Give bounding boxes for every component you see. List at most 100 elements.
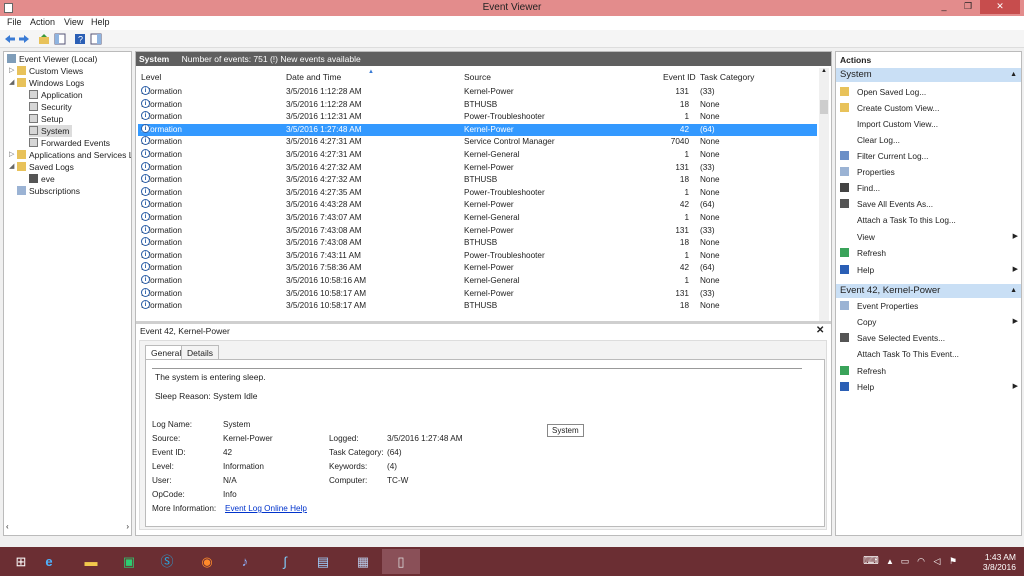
scroll-right-icon[interactable]: › — [126, 522, 129, 531]
action-create-custom-view[interactable]: Create Custom View... — [840, 102, 1018, 114]
microphone-icon[interactable]: ♪ — [226, 549, 264, 574]
menu-help[interactable]: Help — [91, 17, 110, 27]
col-source[interactable]: Source — [464, 72, 491, 82]
action-save-all-events-as[interactable]: Save All Events As... — [840, 198, 1018, 210]
table-row[interactable]: i Information 3/5/2016 1:12:31 AM Power-Tro… — [138, 111, 817, 124]
event-action-save-selected-events[interactable]: Save Selected Events... — [840, 332, 1018, 344]
col-event-id[interactable]: Event ID — [663, 72, 696, 82]
tree-subscriptions[interactable]: Subscriptions — [17, 185, 80, 197]
menu-file[interactable]: File — [7, 17, 22, 27]
collapse-icon[interactable]: ▲ — [1010, 68, 1017, 82]
scroll-left-icon[interactable]: ‹ — [6, 522, 9, 531]
actions-section-system[interactable]: System ▲ — [836, 68, 1021, 82]
scroll-thumb[interactable] — [820, 100, 828, 114]
action-clear-log[interactable]: Clear Log... — [840, 134, 1018, 146]
detail-close-icon[interactable]: ✕ — [816, 325, 824, 336]
scroll-up-icon[interactable]: ▲ — [821, 68, 827, 74]
collapse-arrow-icon[interactable]: ◢ — [9, 162, 15, 170]
expand-arrow-icon[interactable]: ▷ — [9, 150, 15, 158]
tree-forwarded-events[interactable]: Forwarded Events — [29, 137, 110, 149]
expand-arrow-icon[interactable]: ▷ — [9, 66, 15, 74]
tree-custom-views[interactable]: Custom Views — [17, 65, 83, 77]
back-arrow-icon[interactable] — [4, 33, 16, 45]
actions-section-event[interactable]: Event 42, Kernel-Power ▲ — [836, 284, 1021, 298]
table-row[interactable]: i Information 3/5/2016 10:58:17 AM BTHUSB 18… — [138, 300, 817, 313]
table-row[interactable]: i Information 3/5/2016 7:43:11 AM Power-Tro… — [138, 249, 817, 263]
wifi-icon[interactable]: ◠ — [914, 549, 928, 574]
col-date-time[interactable]: Date and Time — [286, 72, 341, 82]
tree-system[interactable]: System — [29, 125, 73, 137]
event-viewer-taskbar-icon[interactable]: ▯ — [382, 549, 420, 574]
table-row[interactable]: i Information 3/5/2016 4:27:32 AM BTHUSB 18 N… — [138, 174, 817, 187]
action-find[interactable]: Find... — [840, 182, 1018, 194]
event-action-copy[interactable]: Copy ▶ — [840, 316, 1018, 328]
tree-saved-log-eve[interactable]: eve — [29, 173, 55, 185]
col-level[interactable]: Level — [141, 72, 161, 82]
tree-horizontal-scrollbar[interactable]: ‹ › — [3, 522, 132, 534]
action-filter-current-log[interactable]: Filter Current Log... — [840, 150, 1018, 162]
forward-arrow-icon[interactable] — [18, 33, 30, 45]
menu-view[interactable]: View — [64, 17, 83, 27]
tree-application[interactable]: Application — [29, 89, 83, 101]
collapse-icon[interactable]: ▲ — [1010, 284, 1017, 298]
action-attach-a-task-to-this-log[interactable]: Attach a Task To this Log... — [840, 214, 1018, 226]
store-icon[interactable]: ▣ — [110, 549, 148, 574]
help-icon[interactable]: ? — [74, 33, 86, 45]
action-properties[interactable]: Properties — [840, 166, 1018, 178]
event-action-refresh[interactable]: Refresh — [840, 365, 1018, 377]
event-list-scrollbar[interactable]: ▲ — [819, 68, 829, 321]
maximize-button[interactable]: ❐ — [956, 0, 980, 14]
internet-explorer-icon[interactable]: e — [30, 549, 68, 574]
pane-splitter[interactable] — [136, 321, 831, 324]
file-explorer-icon[interactable]: ▬ — [72, 549, 110, 574]
volume-icon[interactable]: ◁ — [930, 549, 944, 574]
skype-icon[interactable]: Ⓢ — [148, 549, 186, 574]
network-icon[interactable]: ▦ — [344, 549, 382, 574]
system-clock[interactable]: 1:43 AM 3/8/2016 — [983, 552, 1016, 572]
table-row[interactable]: i Information 3/5/2016 4:27:31 AM Service C… — [138, 136, 817, 149]
menu-action[interactable]: Action — [30, 17, 55, 27]
event-action-event-properties[interactable]: Event Properties — [840, 300, 1018, 312]
table-row[interactable]: i Information 3/5/2016 1:12:28 AM BTHUSB 18 N… — [138, 98, 817, 112]
collapse-arrow-icon[interactable]: ◢ — [9, 78, 15, 86]
notification-chevron-icon[interactable]: ▲ — [884, 549, 896, 574]
action-open-saved-log[interactable]: Open Saved Log... — [840, 86, 1018, 98]
table-row[interactable]: i Information 3/5/2016 4:27:35 AM Power-Tro… — [138, 186, 817, 200]
close-button[interactable]: ✕ — [980, 0, 1020, 14]
table-row[interactable]: i Information 3/5/2016 10:58:17 AM Kernel-P… — [138, 287, 817, 301]
table-row[interactable]: i Information 3/5/2016 1:12:28 AM Kernel-Po… — [138, 86, 817, 99]
tree-apps-services[interactable]: Applications and Services Lo — [17, 149, 131, 161]
minimize-button[interactable]: _ — [932, 0, 956, 14]
col-task-category[interactable]: Task Category — [700, 72, 754, 82]
table-row[interactable]: i Information 3/5/2016 1:27:48 AM Kernel-Po… — [138, 123, 817, 137]
event-action-help[interactable]: Help ▶ — [840, 381, 1018, 393]
tree-saved-logs[interactable]: Saved Logs — [17, 161, 74, 173]
table-row[interactable]: i Information 3/5/2016 4:27:32 AM Kernel-Po… — [138, 161, 817, 175]
action-view[interactable]: View ▶ — [840, 231, 1018, 243]
event-action-attach-task-to-this-event[interactable]: Attach Task To This Event... — [840, 348, 1018, 360]
show-hide-action-pane-icon[interactable] — [90, 33, 102, 45]
tab-details[interactable]: Details — [181, 345, 219, 359]
table-row[interactable]: i Information 3/5/2016 7:43:07 AM Kernel-Ge… — [138, 212, 817, 225]
control-panel-icon[interactable]: ▤ — [304, 549, 342, 574]
firefox-icon[interactable]: ◉ — [188, 549, 226, 574]
action-help[interactable]: Help ▶ — [840, 264, 1018, 276]
tree-security[interactable]: Security — [29, 101, 72, 113]
table-row[interactable]: i Information 3/5/2016 7:43:08 AM BTHUSB 18 N… — [138, 237, 817, 250]
action-refresh[interactable]: Refresh — [840, 247, 1018, 259]
table-row[interactable]: i Information 3/5/2016 4:43:28 AM Kernel-Po… — [138, 199, 817, 212]
keyboard-icon[interactable]: ⌨ — [860, 549, 882, 574]
tree-setup[interactable]: Setup — [29, 113, 63, 125]
table-row[interactable]: i Information 3/5/2016 10:58:16 AM Kernel-G… — [138, 275, 817, 288]
sway-icon[interactable]: ∫ — [266, 549, 304, 574]
flag-icon[interactable]: ⚑ — [946, 549, 960, 574]
table-row[interactable]: i Information 3/5/2016 7:58:36 AM Kernel-Po… — [138, 262, 817, 275]
show-hide-tree-icon[interactable] — [54, 33, 66, 45]
event-log-online-help-link[interactable]: Event Log Online Help — [225, 504, 307, 513]
table-row[interactable]: i Information 3/5/2016 7:43:08 AM Kernel-Po… — [138, 224, 817, 238]
battery-icon[interactable]: ▭ — [898, 549, 912, 574]
action-import-custom-view[interactable]: Import Custom View... — [840, 118, 1018, 130]
tree-windows-logs[interactable]: Windows Logs — [17, 77, 84, 89]
up-folder-icon[interactable] — [38, 33, 50, 45]
table-row[interactable]: i Information 3/5/2016 4:27:31 AM Kernel-Ge… — [138, 149, 817, 162]
